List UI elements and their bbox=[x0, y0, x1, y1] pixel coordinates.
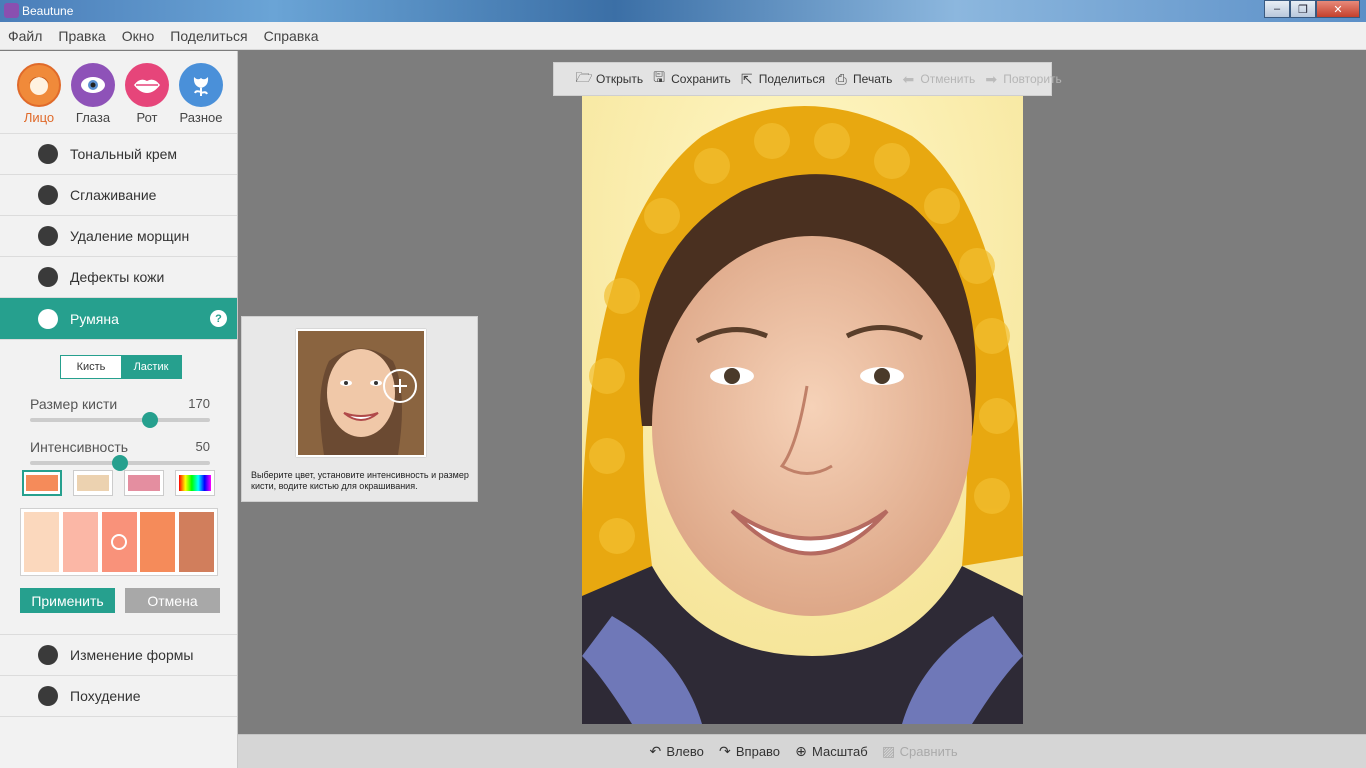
rotate-right-button[interactable]: ↷ Вправо bbox=[716, 743, 780, 761]
menu-edit[interactable]: Правка bbox=[58, 28, 105, 44]
minimize-button[interactable]: – bbox=[1264, 0, 1290, 18]
tool-slimming[interactable]: Похудение bbox=[0, 676, 237, 717]
brush-size-value: 170 bbox=[188, 396, 210, 411]
tool-smoothing[interactable]: Сглаживание bbox=[0, 175, 237, 216]
intensity-knob[interactable] bbox=[112, 455, 128, 471]
category-eyes[interactable]: Глаза bbox=[66, 63, 120, 133]
shade-picker bbox=[20, 508, 218, 576]
tooltip-preview-image bbox=[296, 329, 426, 457]
apply-button[interactable]: Применить bbox=[20, 588, 115, 613]
smoothing-icon bbox=[38, 185, 58, 205]
tool-foundation[interactable]: Тональный крем bbox=[0, 134, 237, 175]
shade-swatch[interactable] bbox=[62, 512, 98, 572]
intensity-label: Интенсивность bbox=[30, 439, 129, 455]
help-tooltip: Выберите цвет, установите интенсивность … bbox=[241, 316, 478, 502]
category-misc[interactable]: Разное bbox=[174, 63, 228, 133]
selected-ring-icon bbox=[110, 534, 127, 550]
tool-reshape[interactable]: Изменение формы bbox=[0, 635, 237, 676]
flower-icon bbox=[179, 63, 223, 107]
shade-swatch-selected[interactable] bbox=[101, 512, 137, 572]
undo-button[interactable]: ⬅ Отменить bbox=[898, 71, 975, 87]
brush-size-knob[interactable] bbox=[141, 412, 158, 428]
palette-rainbow[interactable] bbox=[175, 470, 215, 496]
open-button[interactable]: 🗁 Открыть bbox=[574, 69, 643, 87]
rotate-right-icon: ↷ bbox=[719, 743, 731, 759]
palette-pink[interactable] bbox=[124, 470, 164, 496]
menu-bar: Файл Правка Окно Поделиться Справка bbox=[0, 22, 1366, 50]
palette-swatches bbox=[22, 470, 226, 496]
floppy-icon: 🖫 bbox=[653, 69, 666, 85]
shade-swatch[interactable] bbox=[24, 512, 59, 572]
image-compare-icon: ▨ bbox=[882, 743, 896, 759]
category-face[interactable]: Лицо bbox=[12, 63, 66, 133]
maximize-button[interactable]: ❐ bbox=[1290, 0, 1316, 18]
window-controls: – ❐ ✕ bbox=[1264, 0, 1360, 18]
zoom-plus-icon: ⊕ bbox=[795, 743, 807, 759]
category-tabs: Лицо Глаза Рот Разное bbox=[0, 51, 237, 134]
shade-swatch[interactable] bbox=[179, 512, 214, 572]
face-icon bbox=[17, 63, 61, 107]
tooltip-text: Выберите цвет, установите интенсивность … bbox=[251, 470, 469, 491]
menu-share[interactable]: Поделиться bbox=[170, 28, 247, 44]
print-button[interactable]: ⎙ Печать bbox=[831, 71, 892, 87]
blush-panel: Кисть Ластик Размер кисти 170 Интенсивно… bbox=[0, 340, 237, 635]
eye-icon bbox=[71, 63, 115, 107]
tool-blush[interactable]: Румяна ? bbox=[0, 298, 237, 340]
foundation-icon bbox=[38, 144, 58, 164]
palette-beige[interactable] bbox=[73, 470, 113, 496]
redo-arrow-icon: ➡ bbox=[985, 70, 998, 87]
category-mouth[interactable]: Рот bbox=[120, 63, 174, 133]
bottom-bar: ↶ Влево ↷ Вправо ⊕ Масштаб ▨ Сравнить bbox=[238, 734, 1366, 768]
tool-skin-defects[interactable]: Дефекты кожи bbox=[0, 257, 237, 298]
lips-icon bbox=[125, 63, 169, 107]
sidebar: Лицо Глаза Рот Разное Тональный крем Сгл… bbox=[0, 51, 238, 768]
menu-file[interactable]: Файл bbox=[8, 28, 42, 44]
share-button[interactable]: ⇱ Поделиться bbox=[737, 71, 825, 87]
zoom-button[interactable]: ⊕ Масштаб bbox=[792, 743, 868, 761]
rotate-left-button[interactable]: ↶ Влево bbox=[646, 743, 704, 761]
brush-size-slider[interactable] bbox=[30, 412, 210, 428]
menu-help[interactable]: Справка bbox=[264, 28, 319, 44]
photo-canvas[interactable] bbox=[582, 96, 1023, 724]
intensity-slider-row: Интенсивность 50 bbox=[30, 439, 210, 471]
menu-window[interactable]: Окно bbox=[122, 28, 155, 44]
brush-mode-button[interactable]: Кисть bbox=[61, 356, 121, 378]
undo-arrow-icon: ⬅ bbox=[902, 70, 915, 87]
brush-mode-toggle: Кисть Ластик bbox=[60, 355, 182, 379]
help-icon[interactable]: ? bbox=[210, 310, 227, 327]
brush-size-slider-row: Размер кисти 170 bbox=[30, 396, 210, 428]
skin-defects-icon bbox=[38, 267, 58, 287]
intensity-slider[interactable] bbox=[30, 455, 210, 471]
printer-icon: ⎙ bbox=[835, 70, 847, 87]
compare-button[interactable]: ▨ Сравнить bbox=[880, 743, 958, 761]
redo-button[interactable]: ➡ Повторить bbox=[981, 70, 1061, 87]
brush-size-label: Размер кисти bbox=[30, 396, 118, 412]
tool-wrinkles[interactable]: Удаление морщин bbox=[0, 216, 237, 257]
folder-icon: 🗁 bbox=[575, 69, 593, 85]
slimming-icon bbox=[38, 686, 58, 706]
intensity-value: 50 bbox=[195, 439, 210, 454]
shade-swatch[interactable] bbox=[140, 512, 176, 572]
blush-icon bbox=[38, 308, 58, 329]
cancel-button[interactable]: Отмена bbox=[125, 588, 220, 613]
eraser-mode-button[interactable]: Ластик bbox=[121, 356, 181, 378]
wrinkles-icon bbox=[38, 226, 58, 246]
main-toolbar: 🗁 Открыть 🖫 Сохранить ⇱ Поделиться ⎙ Печ… bbox=[553, 62, 1062, 96]
close-button[interactable]: ✕ bbox=[1316, 0, 1360, 18]
portrait-photo bbox=[582, 96, 1023, 724]
save-button[interactable]: 🖫 Сохранить bbox=[649, 69, 731, 87]
app-logo-icon bbox=[4, 3, 19, 18]
rotate-left-icon: ↶ bbox=[649, 743, 662, 759]
reshape-icon bbox=[38, 645, 58, 665]
palette-coral[interactable] bbox=[22, 470, 62, 496]
window-title: Beautune bbox=[22, 4, 74, 18]
title-bar: Beautune – ❐ ✕ bbox=[0, 0, 1366, 22]
share-icon: ⇱ bbox=[740, 70, 753, 87]
